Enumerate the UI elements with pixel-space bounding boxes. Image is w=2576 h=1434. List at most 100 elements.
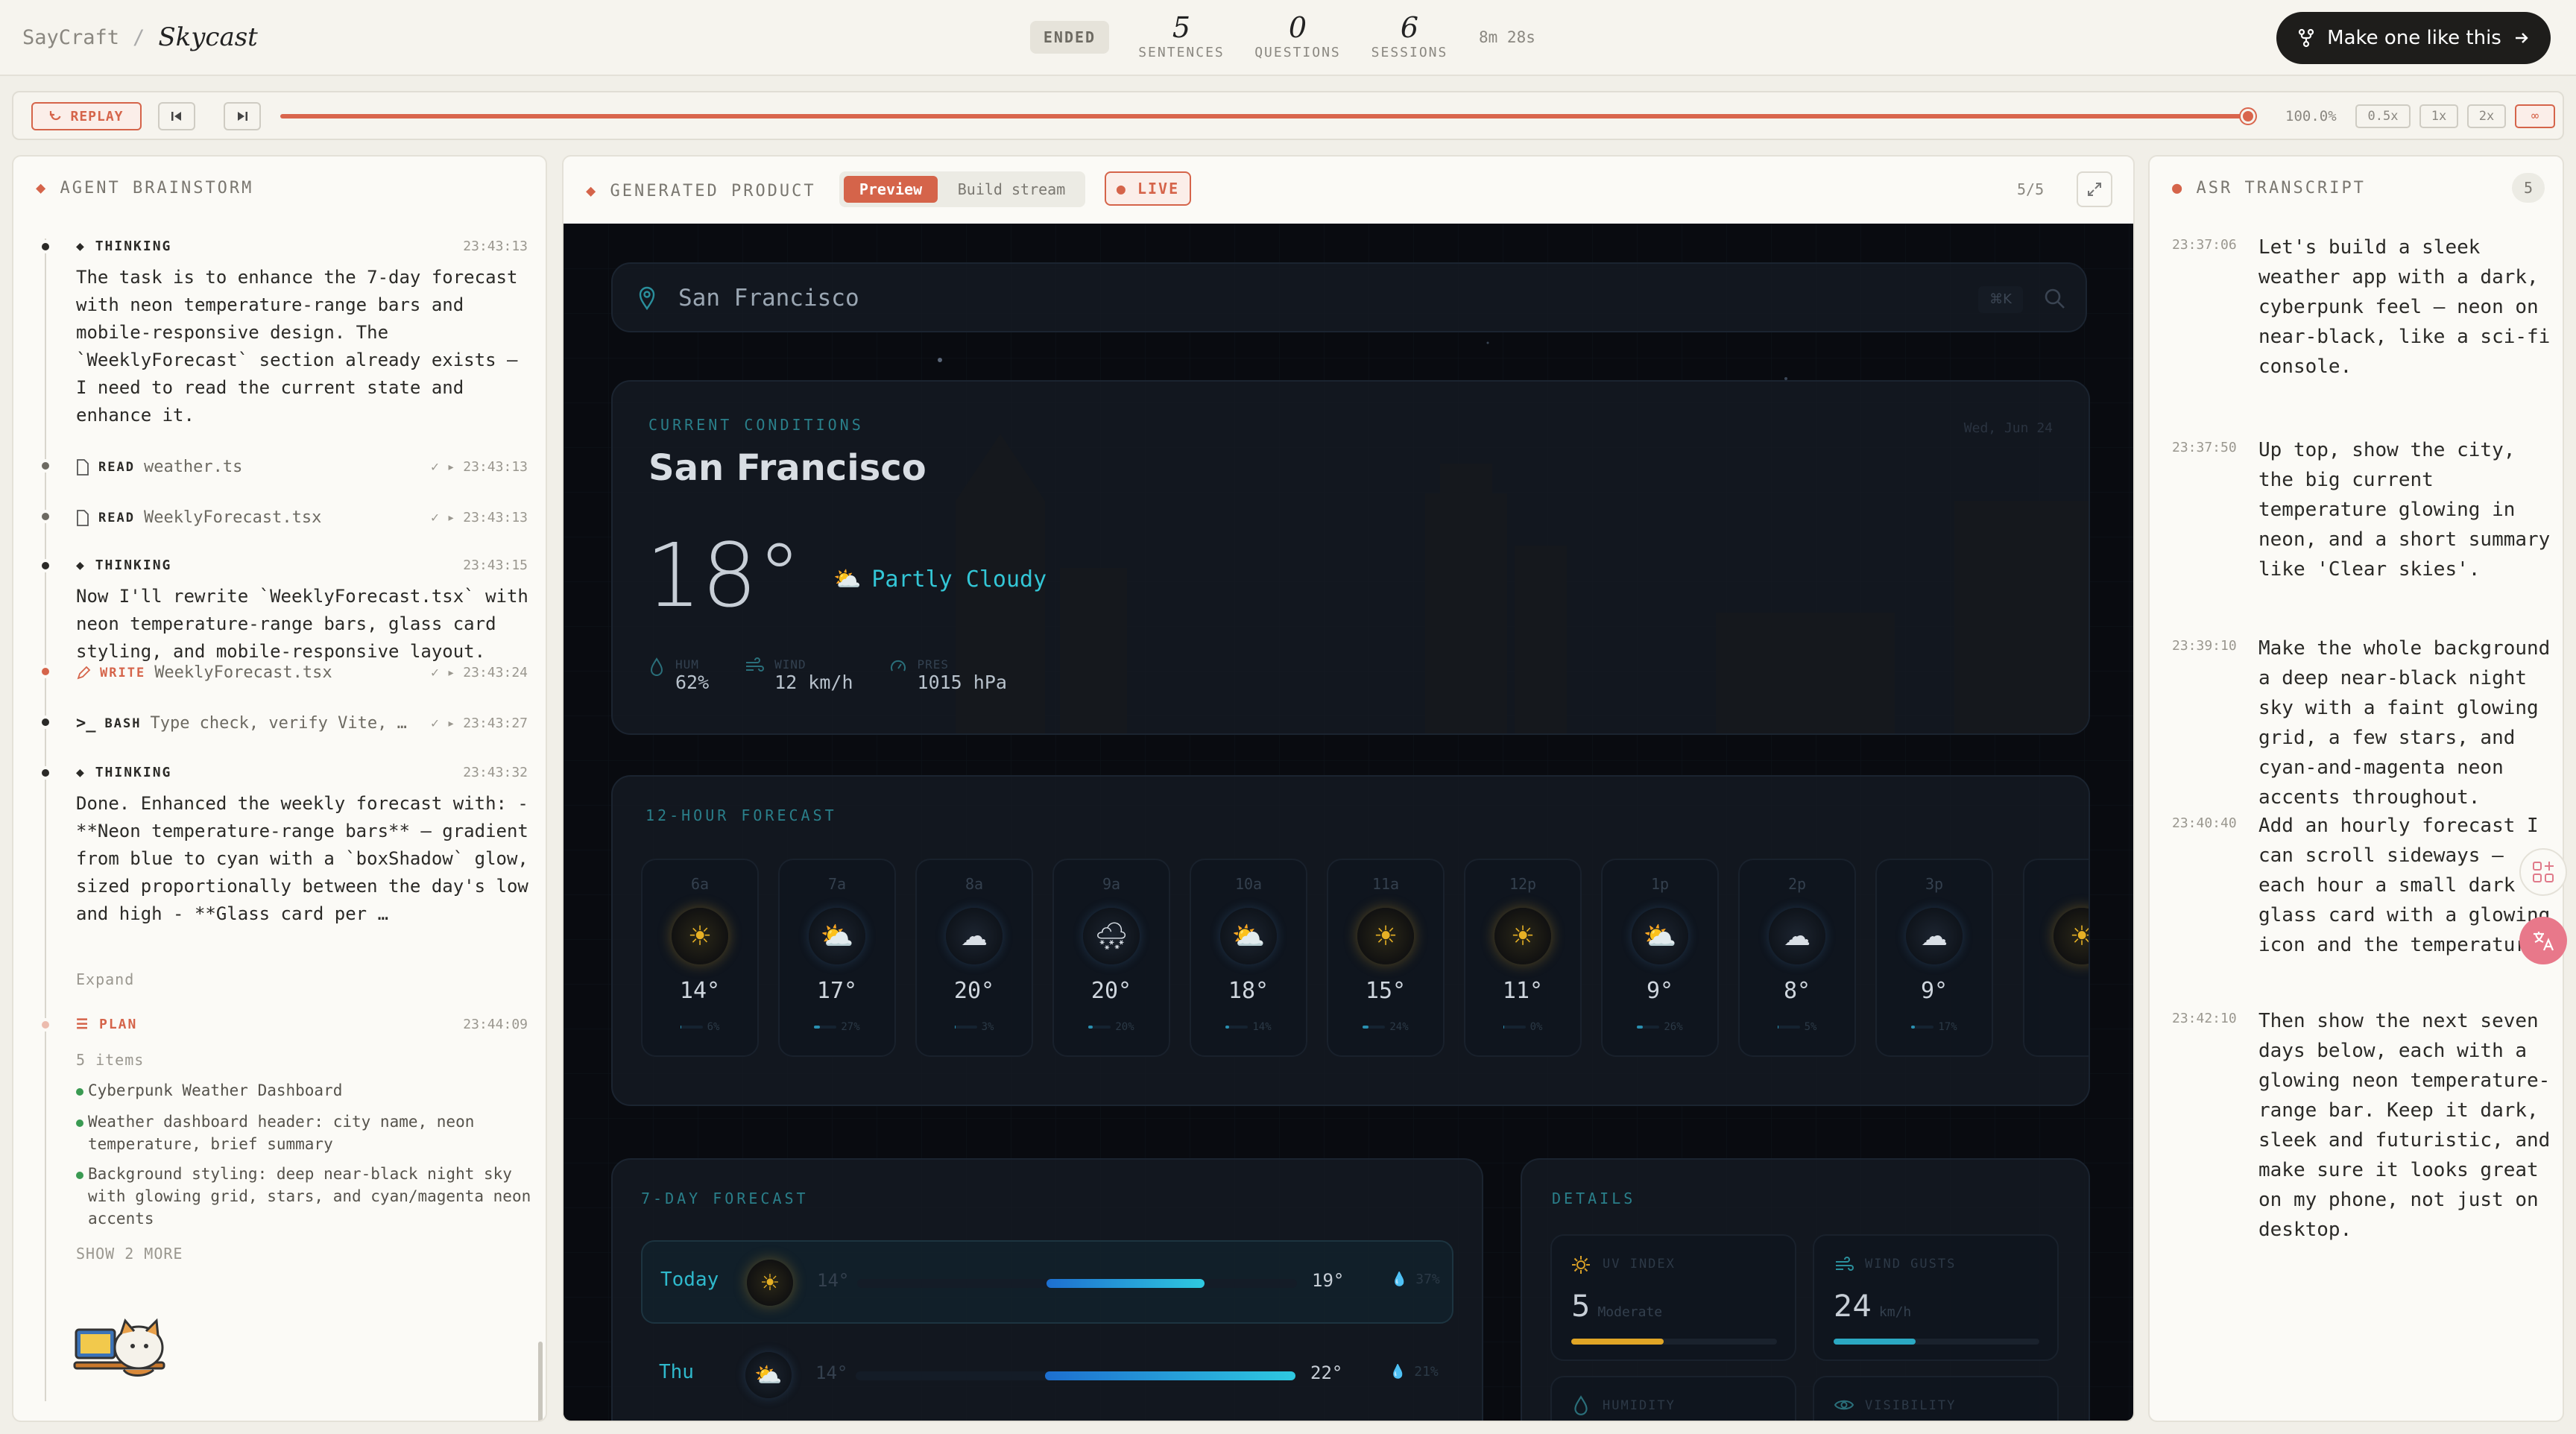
expand-button[interactable] bbox=[2077, 171, 2112, 207]
tab-build-stream[interactable]: Build stream bbox=[942, 176, 1081, 203]
hour-temp: 18° bbox=[1228, 978, 1269, 1004]
speed-infinite-button[interactable]: ∞ bbox=[2515, 104, 2555, 128]
tool-call-read[interactable]: READ weather.ts bbox=[76, 458, 242, 476]
eye-icon bbox=[1834, 1400, 1854, 1410]
day-row: Today ☀ 14° 19° 💧 37% bbox=[641, 1240, 1453, 1324]
transcript-text: Up top, show the city, the big current t… bbox=[2258, 439, 2551, 581]
tool-target: weather.ts bbox=[143, 458, 243, 476]
day-high: 22° bbox=[1310, 1362, 1343, 1383]
transcript-text: Then show the next seven days below, eac… bbox=[2258, 1010, 2551, 1241]
day-precip: 💧 37% bbox=[1391, 1272, 1440, 1287]
scrollbar[interactable] bbox=[538, 1342, 543, 1421]
detail-value: 5 Moderate bbox=[1571, 1289, 1663, 1324]
hour-label: 3p bbox=[1925, 875, 1944, 893]
hour-card: 1p ⛅ 9° 26% bbox=[1601, 859, 1719, 1057]
section-caption: CURRENT CONDITIONS bbox=[648, 416, 864, 434]
precip-bar-fill bbox=[1911, 1026, 1916, 1029]
hour-precip: 20% bbox=[1054, 1021, 1169, 1033]
detail-wind-gusts: WIND GUSTS 24 km/h bbox=[1813, 1234, 2059, 1361]
timeline-dot bbox=[39, 459, 52, 473]
detail-humidity: HUMIDITY bbox=[1550, 1376, 1796, 1421]
day-low: 14° bbox=[817, 1270, 850, 1291]
entry-time: 23:43:15 bbox=[463, 558, 528, 573]
precip-bar-fill bbox=[680, 1026, 682, 1029]
terminal-icon: >_ bbox=[76, 714, 96, 733]
panel-title: ◆ AGENT BRAINSTORM bbox=[36, 179, 254, 198]
shortcut-hint: ⌘K bbox=[1978, 286, 2023, 313]
skip-back-button[interactable] bbox=[158, 102, 195, 130]
cloud-icon: ☁ bbox=[1906, 908, 1963, 964]
tool-call-read[interactable]: READ WeeklyForecast.tsx bbox=[76, 508, 321, 527]
hour-card: 8a ☁ 20° 3% bbox=[915, 859, 1033, 1057]
precip-bar bbox=[1637, 1026, 1660, 1029]
search-icon[interactable] bbox=[2044, 288, 2066, 310]
replay-button[interactable]: REPLAY bbox=[31, 102, 142, 130]
partly-cloudy-icon: ⛅ bbox=[1632, 908, 1688, 964]
metric-humidity: HUM 62% bbox=[648, 657, 709, 693]
precip-bar-fill bbox=[814, 1026, 821, 1029]
stat-label: QUESTIONS bbox=[1254, 45, 1341, 60]
day-name: Today bbox=[660, 1269, 719, 1291]
timeline-dot bbox=[39, 510, 52, 523]
speed-0-5x-button[interactable]: 0.5x bbox=[2355, 104, 2411, 128]
hour-precip: 26% bbox=[1603, 1021, 1717, 1033]
speed-1x-button[interactable]: 1x bbox=[2419, 104, 2458, 128]
apps-button[interactable] bbox=[2519, 848, 2567, 896]
hour-label: 11a bbox=[1371, 875, 1400, 893]
tool-call-write[interactable]: WRITE WeeklyForecast.tsx bbox=[76, 663, 332, 682]
entry-time: 23:44:09 bbox=[463, 1017, 528, 1032]
hour-precip: 17% bbox=[1877, 1021, 1992, 1033]
show-more-link[interactable]: SHOW 2 MORE bbox=[76, 1245, 183, 1263]
transcript-text: Make the whole background a deep near-bl… bbox=[2258, 637, 2551, 809]
precip-bar-fill bbox=[1225, 1026, 1229, 1029]
search-input[interactable]: San Francisco bbox=[678, 285, 859, 312]
hour-temp: 9° bbox=[1920, 978, 1948, 1004]
brand-link[interactable]: SayCraft bbox=[22, 26, 119, 49]
entry-time: ✓ ▸ 23:43:13 bbox=[430, 510, 528, 525]
hour-temp: 9° bbox=[1646, 978, 1674, 1004]
tab-preview[interactable]: Preview bbox=[844, 176, 938, 203]
current-temperature: 18° bbox=[645, 524, 802, 627]
live-badge: ● LIVE bbox=[1105, 171, 1191, 206]
precip-bar bbox=[1503, 1026, 1526, 1029]
temp-range-bar bbox=[856, 1371, 1295, 1380]
hour-temp: 20° bbox=[953, 978, 995, 1004]
hour-precip: 14% bbox=[1191, 1021, 1306, 1033]
tool-call-bash[interactable]: >_ BASH Type check, verify Vite, … bbox=[76, 714, 407, 733]
progress-track[interactable] bbox=[280, 114, 2247, 119]
translate-button[interactable] bbox=[2519, 917, 2567, 964]
expand-link[interactable]: Expand bbox=[76, 970, 134, 988]
hour-temp: 20° bbox=[1090, 978, 1132, 1004]
precip-bar-fill bbox=[954, 1026, 956, 1029]
day-low: 14° bbox=[815, 1362, 848, 1383]
hour-precip: 6% bbox=[643, 1021, 757, 1033]
hour-precip: 0% bbox=[1465, 1021, 1580, 1033]
speed-2x-button[interactable]: 2x bbox=[2467, 104, 2506, 128]
detail-label: HUMIDITY bbox=[1603, 1398, 1676, 1413]
detail-value: 24 km/h bbox=[1834, 1289, 1912, 1324]
progress-thumb[interactable] bbox=[2241, 109, 2255, 124]
grid-plus-icon bbox=[2533, 862, 2554, 882]
skip-forward-button[interactable] bbox=[224, 102, 261, 130]
hour-temp: 11° bbox=[1502, 978, 1544, 1004]
plan-item: Cyberpunk Weather Dashboard bbox=[88, 1081, 343, 1099]
hour-label: 7a bbox=[827, 875, 847, 893]
replay-label: REPLAY bbox=[70, 108, 124, 124]
view-tabs: Preview Build stream bbox=[839, 171, 1085, 207]
playback-bar: REPLAY 100.0% 0.5x 1x 2x ∞ bbox=[12, 91, 2564, 140]
hour-card: 7a ⛅ 17° 27% bbox=[778, 859, 896, 1057]
precip-bar bbox=[1363, 1026, 1386, 1029]
breadcrumb-separator: / bbox=[133, 25, 145, 49]
stat-sentences: 5 SENTENCES bbox=[1126, 10, 1237, 60]
fork-icon bbox=[2299, 28, 2314, 48]
sun-icon: ☀ bbox=[672, 908, 728, 964]
search-bar[interactable]: San Francisco ⌘K bbox=[611, 262, 2087, 332]
metric-value: 12 km/h bbox=[774, 672, 853, 693]
transcript-count: 5 bbox=[2512, 173, 2545, 203]
make-one-like-this-button[interactable]: Make one like this bbox=[2276, 12, 2551, 64]
skip-back-icon bbox=[171, 112, 181, 121]
details-card: DETAILS UV INDEX 5 Moderate WIND GUSTS 24… bbox=[1521, 1158, 2090, 1421]
detail-label: WIND GUSTS bbox=[1865, 1257, 1957, 1272]
detail-level-bar bbox=[1834, 1339, 2039, 1345]
temp-range-fill bbox=[1044, 1371, 1295, 1380]
